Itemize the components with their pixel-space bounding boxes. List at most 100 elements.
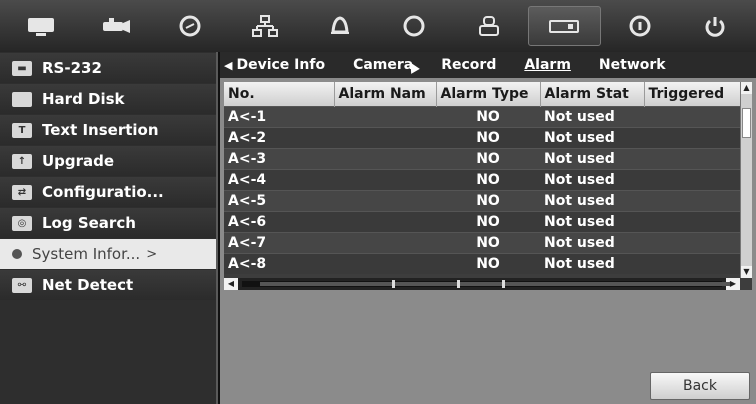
cell-alarm-name	[334, 126, 436, 148]
sidebar-item-configuration[interactable]: ⇄ Configuratio...	[0, 177, 216, 207]
column-header-alarm-type[interactable]: Alarm Type	[436, 82, 541, 106]
tab-alarm[interactable]: Alarm	[524, 57, 571, 73]
cell-alarm-status: Not used	[540, 189, 644, 211]
scroll-up-icon[interactable]: ▲	[741, 82, 752, 94]
log-search-icon: ◎	[12, 215, 32, 231]
cell-triggered	[644, 189, 740, 211]
chevron-right-icon: >	[146, 246, 158, 262]
table-row[interactable]: A<-1 NO Not used	[224, 105, 740, 127]
cell-triggered	[644, 252, 740, 274]
scroll-thumb-horizontal[interactable]	[260, 282, 730, 286]
sidebar-item-text-insertion[interactable]: T Text Insertion	[0, 115, 216, 145]
main-content: ◀ Device Info Camera Record Alarm Networ…	[220, 52, 756, 404]
tab-network[interactable]: Network	[599, 57, 666, 73]
cell-no: A<-2	[224, 126, 334, 148]
tab-scroll-left-icon[interactable]: ◀	[224, 59, 232, 72]
table-row[interactable]: A<-7 NO Not used	[224, 231, 740, 253]
user-icon[interactable]	[454, 6, 525, 46]
cell-alarm-name	[334, 231, 436, 253]
horizontal-scrollbar[interactable]: ◀ ▶	[224, 278, 740, 290]
cell-no: A<-7	[224, 231, 334, 253]
sidebar-item-label: Net Detect	[42, 276, 134, 294]
cell-no: A<-5	[224, 189, 334, 211]
cell-no: A<-3	[224, 147, 334, 169]
cell-alarm-name	[334, 147, 436, 169]
table-row[interactable]: A<-6 NO Not used	[224, 210, 740, 232]
alarm-bell-icon[interactable]	[304, 6, 375, 46]
record-icon[interactable]	[379, 6, 450, 46]
tab-device-info[interactable]: Device Info	[236, 57, 325, 73]
tab-camera[interactable]: Camera	[353, 57, 413, 73]
sidebar-item-rs232[interactable]: ▬ RS-232	[0, 53, 216, 83]
cell-alarm-status: Not used	[540, 147, 644, 169]
cell-alarm-status: Not used	[540, 231, 644, 253]
cell-triggered	[644, 105, 740, 127]
column-header-alarm-name[interactable]: Alarm Nam	[334, 82, 437, 106]
tab-bar: ◀ Device Info Camera Record Alarm Networ…	[220, 52, 756, 78]
cell-alarm-type: NO	[436, 126, 540, 148]
cell-no: A<-1	[224, 105, 334, 127]
sidebar-item-upgrade[interactable]: ↑ Upgrade	[0, 146, 216, 176]
sidebar-item-label: Upgrade	[42, 152, 115, 170]
table-row[interactable]: A<-2 NO Not used	[224, 126, 740, 148]
sidebar-item-label: Hard Disk	[42, 90, 125, 108]
cell-alarm-type: NO	[436, 105, 540, 127]
network-icon[interactable]	[230, 6, 301, 46]
scroll-left-icon[interactable]: ◀	[224, 278, 238, 290]
column-header-no[interactable]: No.	[224, 82, 335, 106]
serial-port-icon: ▬	[12, 60, 32, 76]
cell-no: A<-8	[224, 252, 334, 274]
vertical-scrollbar[interactable]: ▲ ▼	[740, 82, 752, 278]
cell-triggered	[644, 231, 740, 253]
cell-alarm-status: Not used	[540, 126, 644, 148]
sidebar-item-label: Log Search	[42, 214, 136, 232]
scroll-thumb[interactable]	[742, 108, 751, 138]
cell-no: A<-4	[224, 168, 334, 190]
table-row[interactable]: A<-3 NO Not used	[224, 147, 740, 169]
system-info-icon	[12, 249, 22, 259]
cell-alarm-status: Not used	[540, 168, 644, 190]
cell-alarm-status: Not used	[540, 105, 644, 127]
cell-alarm-name	[334, 210, 436, 232]
cell-no: A<-6	[224, 210, 334, 232]
system-info-icon[interactable]	[528, 6, 601, 46]
cell-alarm-status: Not used	[540, 252, 644, 274]
sidebar-menu: ▬ RS-232 Hard Disk T Text Insertion ↑ Up…	[0, 52, 218, 404]
camera-icon[interactable]	[81, 6, 152, 46]
scroll-track[interactable]	[242, 280, 730, 288]
alarm-table: No. Alarm Nam Alarm Type Alarm Stat Trig…	[224, 82, 752, 290]
cell-alarm-type: NO	[436, 147, 540, 169]
power-icon[interactable]	[679, 6, 750, 46]
cell-alarm-status: Not used	[540, 210, 644, 232]
sidebar-item-log-search[interactable]: ◎ Log Search	[0, 208, 216, 238]
scroll-down-icon[interactable]: ▼	[741, 266, 752, 278]
tab-record[interactable]: Record	[441, 57, 496, 73]
net-detect-icon: ⚯	[12, 277, 32, 293]
scroll-tick	[457, 280, 460, 288]
monitor-icon[interactable]	[6, 6, 77, 46]
scroll-tick	[502, 280, 505, 288]
cell-alarm-type: NO	[436, 210, 540, 232]
column-header-alarm-status[interactable]: Alarm Stat	[540, 82, 645, 106]
sidebar-item-net-detect[interactable]: ⚯ Net Detect	[0, 270, 216, 300]
sidebar-item-label: Configuratio...	[42, 183, 164, 201]
configuration-icon: ⇄	[12, 184, 32, 200]
sidebar-item-hard-disk[interactable]: Hard Disk	[0, 84, 216, 114]
back-button[interactable]: Back	[650, 372, 750, 400]
table-row[interactable]: A<-8 NO Not used	[224, 252, 740, 274]
column-header-triggered[interactable]: Triggered	[644, 82, 741, 106]
cell-alarm-type: NO	[436, 252, 540, 274]
table-row[interactable]: A<-5 NO Not used	[224, 189, 740, 211]
info-icon[interactable]	[605, 6, 676, 46]
upgrade-icon: ↑	[12, 153, 32, 169]
cell-alarm-type: NO	[436, 231, 540, 253]
playback-icon[interactable]	[155, 6, 226, 46]
table-row[interactable]: A<-4 NO Not used	[224, 168, 740, 190]
sidebar-item-label: System Infor...	[32, 245, 141, 263]
cell-triggered	[644, 210, 740, 232]
text-insert-icon: T	[12, 122, 32, 138]
scroll-tick	[392, 280, 395, 288]
sidebar-item-system-info[interactable]: System Infor... >	[0, 239, 216, 269]
cell-alarm-type: NO	[436, 189, 540, 211]
top-toolbar	[0, 0, 756, 52]
